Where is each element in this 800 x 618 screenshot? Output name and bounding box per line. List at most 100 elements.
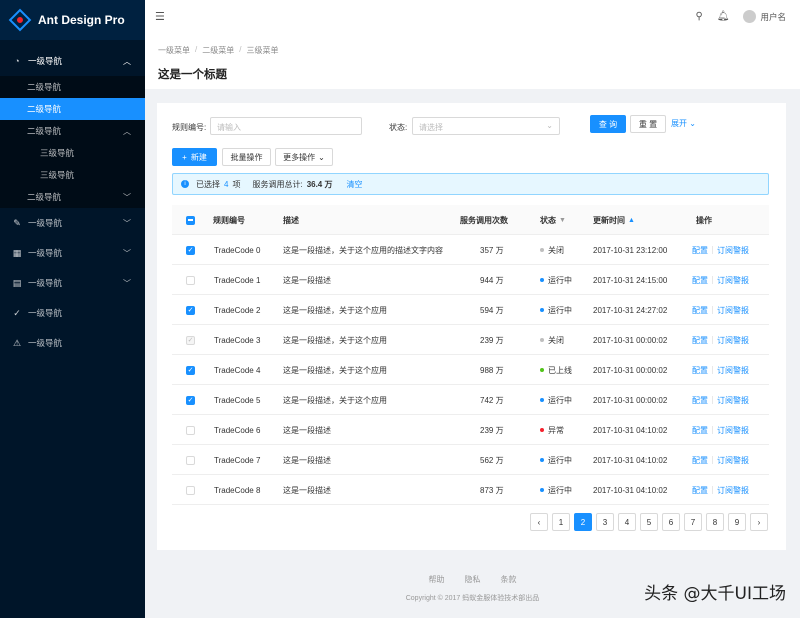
config-link[interactable]: 配置 <box>692 305 708 316</box>
col-status[interactable]: 状态 ▼ <box>540 205 566 235</box>
page-1[interactable]: 1 <box>552 513 570 531</box>
cell-updated: 2017-10-31 00:00:02 <box>593 365 668 375</box>
prev-page-button[interactable]: ‹ <box>530 513 548 531</box>
sidebar-item-6[interactable]: 二级导航 ﹀ <box>0 186 145 208</box>
table-row: TradeCode 7 这是一段描述 562 万 运行中 2017-10-31 04:1… <box>172 445 769 475</box>
cell-calls: 988 万 <box>480 365 504 375</box>
expand-link[interactable]: 展开 ⌄ <box>671 118 696 129</box>
row-checkbox[interactable] <box>186 455 195 465</box>
footer-link-help[interactable]: 帮助 <box>429 574 445 585</box>
query-button[interactable]: 查 询 <box>590 115 626 133</box>
chevron-up-icon: ︿ <box>123 56 131 66</box>
sidebar-item-0[interactable]: ◔ 一级导航 ︿ <box>0 46 145 76</box>
config-link[interactable]: 配置 <box>692 365 708 376</box>
sidebar-item-1[interactable]: 二级导航 <box>0 76 145 98</box>
status-label: 状态: <box>389 123 408 132</box>
breadcrumb-item[interactable]: 一级菜单 <box>158 45 190 56</box>
cell-ops: 配置 订阅警报 <box>692 475 749 505</box>
sidebar-item-label: 一级导航 <box>28 308 63 318</box>
rule-input[interactable]: 请输入 <box>210 117 362 135</box>
search-icon[interactable]: ⚲ <box>695 11 702 22</box>
subscribe-link[interactable]: 订阅警报 <box>717 245 749 256</box>
batch-button[interactable]: 批量操作 <box>222 148 271 166</box>
divider <box>712 456 713 464</box>
sidebar-item-11[interactable]: ⚠ 一级导航 <box>0 328 145 358</box>
footer-link-terms[interactable]: 条款 <box>501 574 517 585</box>
cell-ops: 配置 订阅警报 <box>692 415 749 445</box>
page-3[interactable]: 3 <box>596 513 614 531</box>
sidebar-item-5[interactable]: 三级导航 <box>0 164 145 186</box>
sidebar-item-3[interactable]: 二级导航 ︿ <box>0 120 145 142</box>
username: 用户名 <box>760 11 786 22</box>
sidebar-item-label: 二级导航 <box>27 192 62 202</box>
sort-icon[interactable]: ▲ <box>628 217 635 224</box>
reset-button[interactable]: 重 置 <box>630 115 666 133</box>
config-link[interactable]: 配置 <box>692 395 708 406</box>
config-link[interactable]: 配置 <box>692 455 708 466</box>
sidebar-item-2[interactable]: 二级导航 <box>0 98 145 120</box>
sidebar-item-label: 一级导航 <box>28 338 63 348</box>
sidebar-item-7[interactable]: ✎ 一级导航 ﹀ <box>0 208 145 238</box>
status-dot <box>540 428 544 432</box>
config-link[interactable]: 配置 <box>692 485 708 496</box>
page-8[interactable]: 8 <box>706 513 724 531</box>
new-label: 新建 <box>190 152 207 162</box>
page-7[interactable]: 7 <box>684 513 702 531</box>
subscribe-link[interactable]: 订阅警报 <box>717 305 749 316</box>
page-2[interactable]: 2 <box>574 513 592 531</box>
select-all-checkbox[interactable] <box>186 215 195 225</box>
page-9[interactable]: 9 <box>728 513 746 531</box>
sidebar-item-4[interactable]: 三级导航 <box>0 142 145 164</box>
row-checkbox[interactable]: ✓ <box>186 365 195 375</box>
config-link[interactable]: 配置 <box>692 335 708 346</box>
cell-updated: 2017-10-31 04:10:02 <box>593 485 668 495</box>
status-text: 已上线 <box>548 365 572 375</box>
status-text: 关闭 <box>548 335 564 345</box>
next-page-button[interactable]: › <box>750 513 768 531</box>
table-row: ✓ TradeCode 4 这是一段描述，关于这个应用 988 万 已上线 2017-10… <box>172 355 769 385</box>
subscribe-link[interactable]: 订阅警报 <box>717 395 749 406</box>
page-4[interactable]: 4 <box>618 513 636 531</box>
row-checkbox[interactable] <box>186 275 195 285</box>
row-checkbox[interactable] <box>186 485 195 495</box>
bell-icon[interactable]: 🔔︎ <box>717 11 730 22</box>
row-checkbox[interactable] <box>186 425 195 435</box>
page-5[interactable]: 5 <box>640 513 658 531</box>
cell-rule: TradeCode 1 <box>214 275 261 285</box>
user-menu[interactable]: 用户名 <box>743 10 786 23</box>
new-button[interactable]: + 新建 <box>172 148 217 166</box>
row-checkbox[interactable]: ✓ <box>186 305 195 315</box>
col-calls[interactable]: 服务调用次数 <box>460 205 508 235</box>
col-updated[interactable]: 更新时间 ▲ <box>593 205 635 235</box>
subscribe-link[interactable]: 订阅警报 <box>717 275 749 286</box>
table-row: TradeCode 1 这是一段描述 944 万 运行中 2017-10-31 24:1… <box>172 265 769 295</box>
sidebar-item-label: 一级导航 <box>28 218 63 228</box>
sidebar-item-8[interactable]: ▦ 一级导航 ﹀ <box>0 238 145 268</box>
footer-link-privacy[interactable]: 隐私 <box>465 574 481 585</box>
subscribe-link[interactable]: 订阅警报 <box>717 425 749 436</box>
sidebar-item-9[interactable]: ▤ 一级导航 ﹀ <box>0 268 145 298</box>
page-6[interactable]: 6 <box>662 513 680 531</box>
status-select[interactable]: 请选择 ⌄ <box>412 117 560 135</box>
row-checkbox[interactable]: ✓ <box>186 245 195 255</box>
col-ops: 操作 <box>696 215 712 225</box>
subscribe-link[interactable]: 订阅警报 <box>717 335 749 346</box>
subscribe-link[interactable]: 订阅警报 <box>717 455 749 466</box>
logo[interactable]: Ant Design Pro <box>0 0 145 40</box>
clear-link[interactable]: 清空 <box>346 179 362 190</box>
config-link[interactable]: 配置 <box>692 275 708 286</box>
config-link[interactable]: 配置 <box>692 245 708 256</box>
subscribe-link[interactable]: 订阅警报 <box>717 365 749 376</box>
menu-fold-icon[interactable]: ☰ <box>155 10 165 23</box>
sidebar-item-label: 三级导航 <box>40 148 75 158</box>
cell-calls: 944 万 <box>480 275 504 285</box>
subscribe-link[interactable]: 订阅警报 <box>717 485 749 496</box>
more-button[interactable]: 更多操作 ⌄ <box>275 148 333 166</box>
filter-icon[interactable]: ▼ <box>559 217 566 224</box>
row-checkbox[interactable]: ✓ <box>186 395 195 405</box>
config-link[interactable]: 配置 <box>692 425 708 436</box>
breadcrumb-item[interactable]: 二级菜单 <box>202 45 234 56</box>
sidebar-item-10[interactable]: ✓ 一级导航 <box>0 298 145 328</box>
divider <box>712 246 713 254</box>
logo-icon <box>8 8 32 32</box>
